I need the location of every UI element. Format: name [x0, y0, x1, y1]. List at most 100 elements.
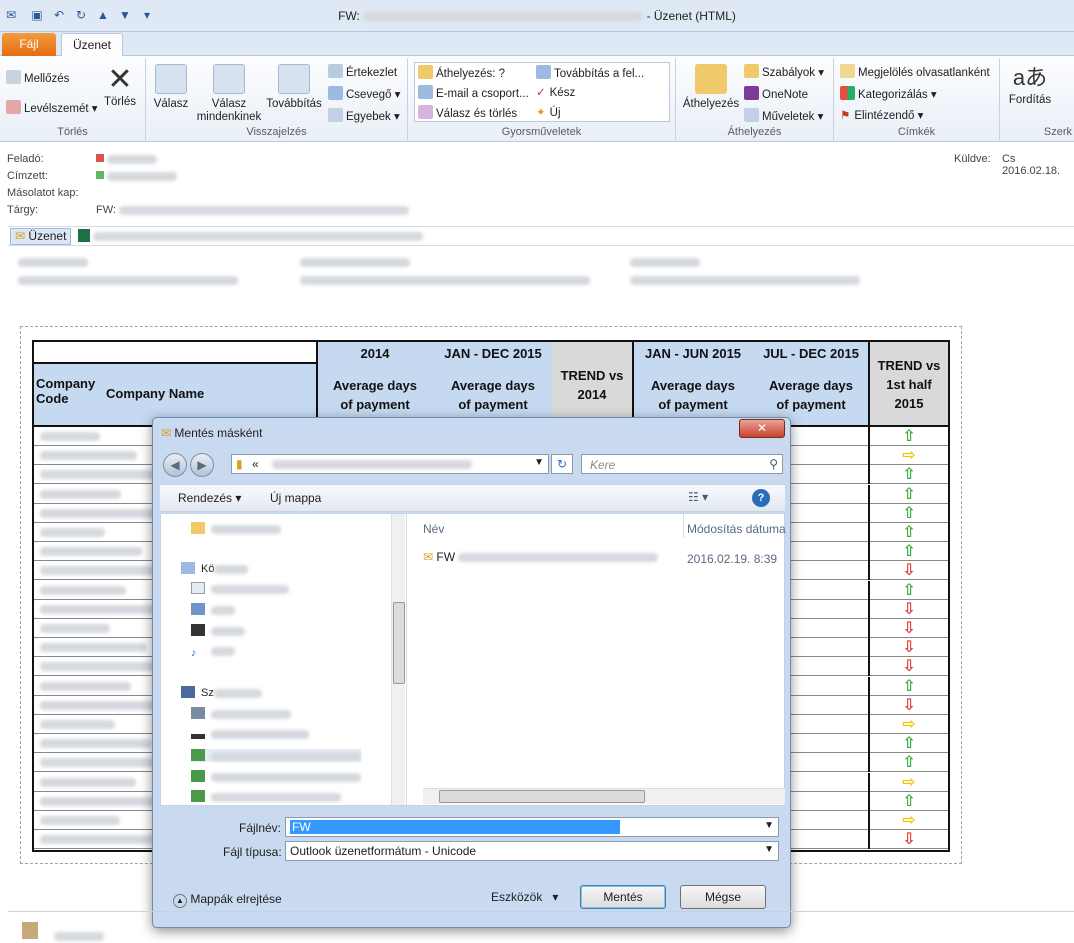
- tree-network-1[interactable]: [191, 749, 361, 762]
- trend-arrow-down: ⇩: [868, 830, 948, 850]
- translate-button[interactable]: aあ Fordítás: [1004, 62, 1056, 107]
- tree-item-folder[interactable]: [191, 522, 281, 535]
- tree-network-2[interactable]: [191, 770, 361, 783]
- forward-button[interactable]: Továbbítás: [264, 64, 324, 111]
- search-icon: ⚲: [769, 457, 778, 471]
- chat-label: Csevegő: [346, 89, 392, 101]
- move-label: Áthelyezés: [682, 98, 740, 110]
- qs-team-email[interactable]: E-mail a csoport...: [418, 85, 529, 100]
- tree-computer[interactable]: Sz: [181, 686, 262, 699]
- network-drive-icon: [191, 749, 205, 761]
- filetype-value: Outlook üzenetformátum - Unicode: [290, 844, 477, 858]
- trend-arrow-up: ⇧: [868, 465, 948, 485]
- tools-label: Eszközök: [491, 890, 543, 904]
- forward-nav-button[interactable]: ▶: [190, 453, 214, 477]
- tree-scroll-thumb[interactable]: [393, 602, 405, 684]
- avatar[interactable]: [22, 922, 38, 939]
- categorize-button[interactable]: Kategorizálás ▾: [840, 86, 937, 101]
- editing-group: aあ Fordítás Szerk: [1000, 58, 1074, 140]
- col-modified-header[interactable]: Módosítás dátuma: [687, 522, 786, 536]
- tree-documents[interactable]: [191, 582, 289, 595]
- refresh-button[interactable]: ↻: [551, 454, 573, 474]
- drive-icon-2: [191, 734, 205, 739]
- search-box[interactable]: Kere ⚲: [581, 454, 783, 474]
- qs-forward-to[interactable]: Továbbítás a fel...: [536, 65, 644, 80]
- tree-pictures[interactable]: [191, 603, 235, 616]
- col-name-header[interactable]: Név: [423, 522, 444, 536]
- qs-done[interactable]: ✓ Kész: [536, 85, 575, 99]
- filetype-select[interactable]: Outlook üzenetformátum - Unicode ▼: [285, 841, 779, 861]
- file-list-item[interactable]: ✉ FW: [423, 550, 659, 564]
- move-group-label: Áthelyezés: [727, 126, 782, 138]
- new-folder-button[interactable]: Új mappa: [270, 491, 321, 505]
- meeting-button[interactable]: Értekezlet: [328, 64, 397, 79]
- reply-all-button[interactable]: Válasz mindenkinek: [194, 64, 264, 124]
- trend-arrow-up: ⇧: [868, 734, 948, 754]
- tree-scrollbar[interactable]: [391, 514, 405, 805]
- actions-button[interactable]: Műveletek ▾: [744, 108, 823, 123]
- list-hscroll-thumb[interactable]: [439, 790, 645, 803]
- trend-arrow-up: ⇧: [868, 484, 948, 504]
- junk-button[interactable]: Levélszemét ▾: [6, 100, 98, 115]
- dialog-title: Mentés másként: [174, 426, 263, 440]
- message-tab-label: Üzenet: [28, 229, 67, 243]
- onenote-button[interactable]: OneNote: [744, 86, 808, 101]
- filename-input[interactable]: FW ▼: [285, 817, 779, 837]
- blurred-company: [40, 720, 115, 729]
- qs-reply-delete[interactable]: Válasz és törlés: [418, 105, 517, 120]
- excel-attachment[interactable]: [78, 229, 424, 243]
- trend-arrow-up: ⇧: [868, 753, 948, 773]
- filetype-dropdown-icon[interactable]: ▼: [764, 844, 774, 855]
- follow-up-button[interactable]: ⚑ Elintézendő ▾: [840, 108, 923, 122]
- list-hscrollbar[interactable]: [423, 788, 785, 804]
- move-button[interactable]: Áthelyezés: [680, 64, 742, 111]
- forward-label: Továbbítás: [266, 98, 322, 110]
- delete-button[interactable]: ✕ Törlés: [100, 64, 140, 109]
- back-button[interactable]: ◀: [163, 453, 187, 477]
- tools-button[interactable]: Eszközök ▾: [491, 890, 558, 904]
- cancel-button[interactable]: Mégse: [680, 885, 766, 909]
- sent-label: Küldve:: [954, 153, 991, 165]
- onenote-label: OneNote: [762, 89, 809, 101]
- col-jandec-2015: JAN - DEC 2015: [444, 346, 542, 361]
- mark-unread-button[interactable]: Megjelölés olvasatlanként: [840, 64, 990, 79]
- reply-button[interactable]: Válasz: [150, 64, 192, 111]
- tab-message[interactable]: Üzenet: [61, 33, 123, 57]
- forward-icon: [278, 64, 310, 94]
- tree-network-3[interactable]: [191, 790, 341, 803]
- organize-button[interactable]: Rendezés ▾: [178, 491, 241, 505]
- save-button[interactable]: Mentés: [580, 885, 666, 909]
- tree-videos[interactable]: [191, 624, 245, 637]
- qs-new[interactable]: ✦ Új: [536, 105, 561, 119]
- message-tab[interactable]: ✉ Üzenet: [10, 228, 72, 245]
- address-bar[interactable]: ▮ « ▼: [231, 454, 549, 474]
- follow-up-label: Elintézendő: [854, 110, 915, 122]
- to-value[interactable]: [96, 170, 177, 182]
- more-respond-button[interactable]: Egyebek ▾: [328, 108, 400, 123]
- trend-arrow-up: ⇧: [868, 580, 948, 600]
- delete-group-label: Törlés: [57, 126, 88, 138]
- rules-icon: [744, 64, 759, 78]
- hide-folders-button[interactable]: ▲ Mappák elrejtése: [173, 892, 282, 908]
- from-label: Feladó:: [7, 153, 44, 165]
- address-dropdown-icon[interactable]: ▼: [534, 457, 544, 468]
- view-options-button[interactable]: ☷ ▾: [688, 490, 708, 504]
- tree-libraries[interactable]: Kö: [181, 562, 249, 575]
- tree-music[interactable]: ♪: [191, 645, 235, 659]
- trend-arrow-right: ⇨: [868, 772, 948, 792]
- filename-dropdown-icon[interactable]: ▼: [764, 820, 774, 831]
- rules-button[interactable]: Szabályok ▾: [744, 64, 824, 79]
- tree-drive-2[interactable]: [191, 728, 309, 740]
- tab-file[interactable]: Fájl: [2, 33, 56, 56]
- qs-move-to[interactable]: Áthelyezés: ?: [418, 65, 505, 80]
- qs-move-label: Áthelyezés: ?: [436, 68, 506, 80]
- blurred-company: [40, 585, 126, 595]
- dialog-close-button[interactable]: ✕: [739, 419, 785, 438]
- ignore-button[interactable]: Mellőzés: [6, 70, 69, 85]
- from-value[interactable]: [96, 153, 157, 165]
- people-pane-divider: [8, 911, 1074, 912]
- help-button[interactable]: ?: [752, 489, 770, 507]
- tree-drive-c[interactable]: [191, 707, 291, 720]
- blurred-company: [40, 739, 152, 749]
- chat-button[interactable]: Csevegő ▾: [328, 86, 400, 101]
